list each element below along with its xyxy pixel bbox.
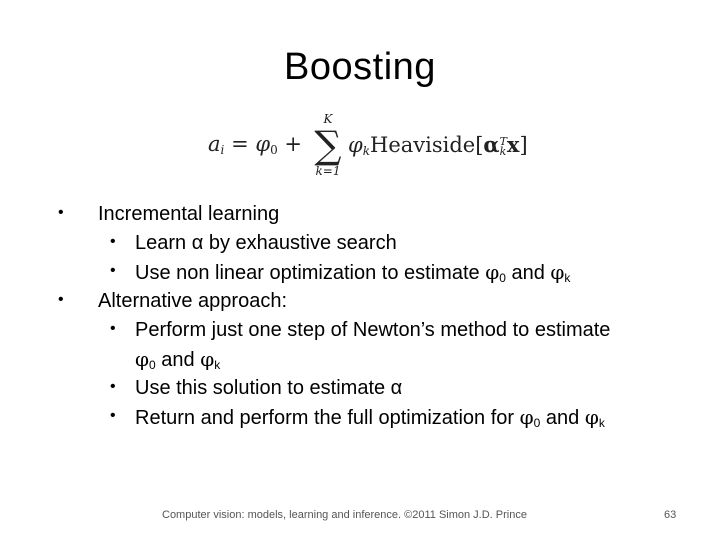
equation-rhs: φkHeaviside[α Tk x]: [348, 132, 528, 158]
bullet-icon: •: [58, 291, 64, 308]
boosting-equation: ai = φ0 + K ∑ k=1 φkHeaviside[α Tk x]: [208, 110, 528, 185]
bullet-icon: •: [110, 320, 116, 337]
slide-title: Boosting: [284, 46, 436, 88]
equation-lhs: ai = φ0 +: [208, 132, 303, 157]
bullet-item: Alternative approach:: [98, 290, 288, 312]
bullet-item: Perform just one step of Newton’s method…: [135, 319, 611, 341]
bullet-item: Use this solution to estimate α: [135, 377, 403, 399]
bullet-icon: •: [110, 407, 116, 424]
page-number: 63: [664, 509, 677, 521]
bullet-item: Learn α by exhaustive search: [135, 232, 397, 254]
summation: K ∑ k=1: [310, 112, 346, 178]
bullet-icon: •: [58, 204, 64, 221]
bullet-item: Return and perform the full optimization…: [135, 405, 605, 430]
footer-credit: Computer vision: models, learning and in…: [162, 509, 527, 521]
sigma-symbol: ∑: [314, 123, 342, 167]
bullet-item: Incremental learning: [98, 203, 280, 225]
bullet-icon: •: [110, 262, 116, 279]
bullet-icon: •: [110, 378, 116, 395]
bullet-icon: •: [110, 233, 116, 250]
